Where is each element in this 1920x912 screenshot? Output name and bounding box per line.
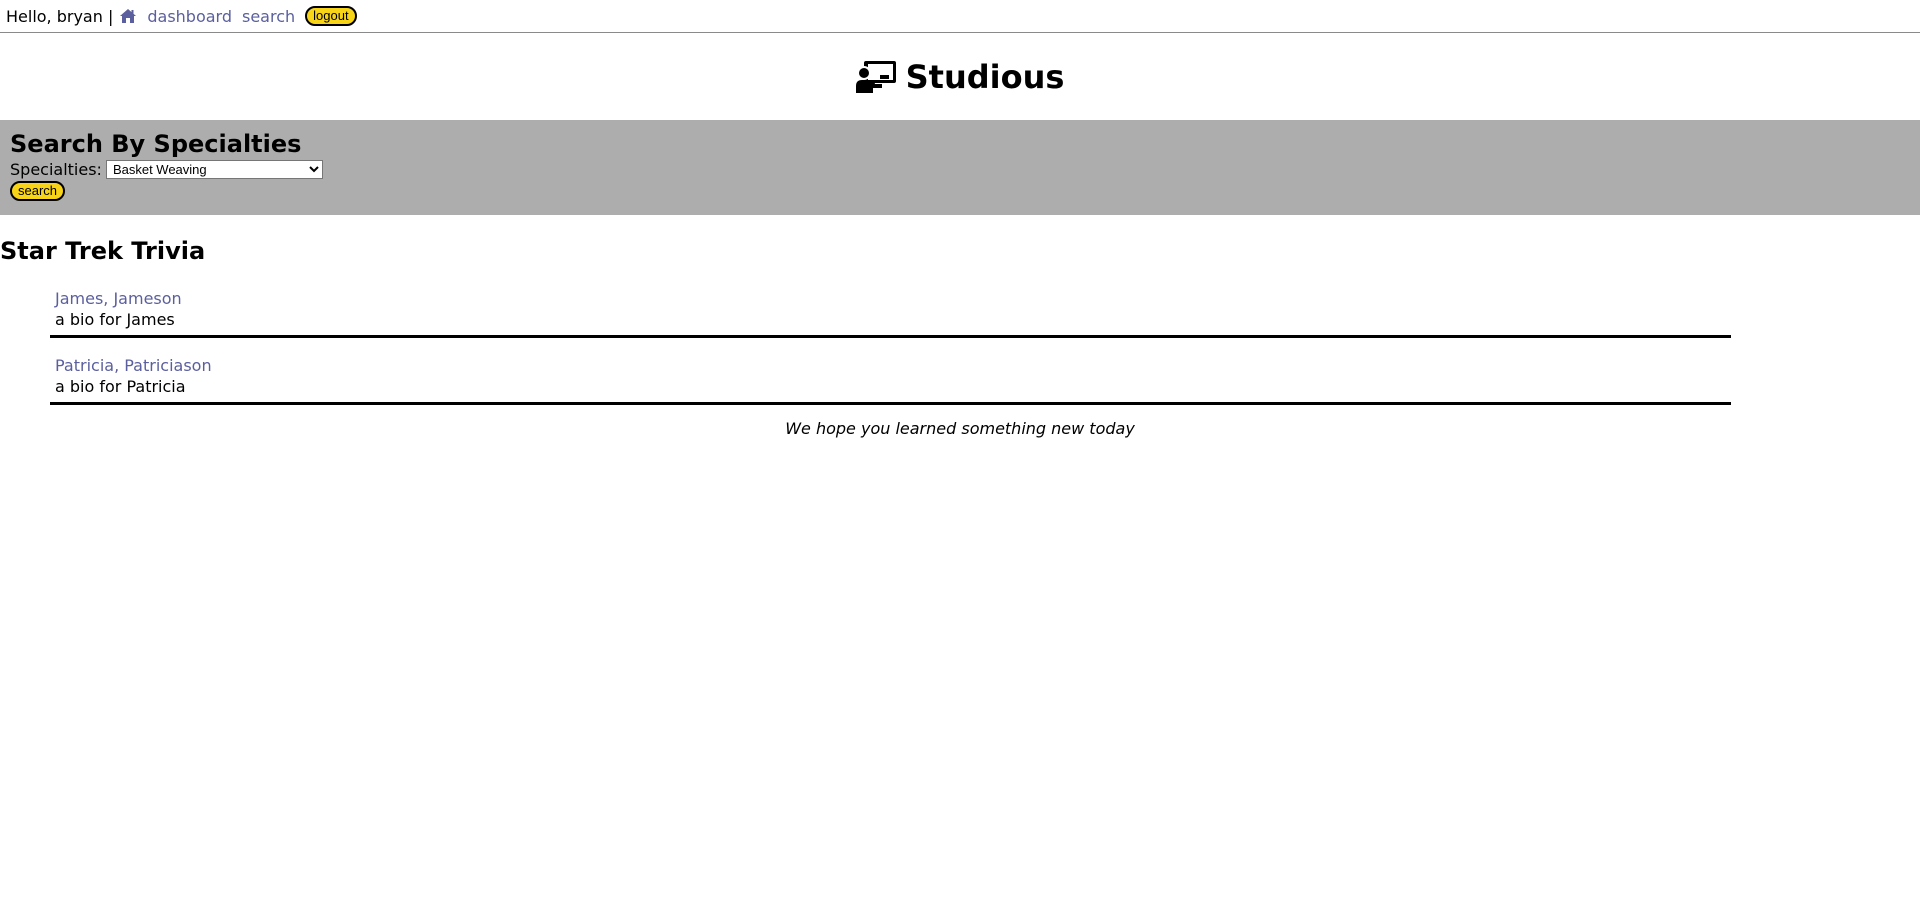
greeting-text: Hello, bryan | (6, 6, 114, 26)
specialties-select[interactable]: Basket Weaving (105, 159, 323, 179)
search-panel-heading: Search By Specialties (10, 130, 302, 158)
search-button[interactable]: search (10, 181, 66, 201)
specialties-row: Specialties: Basket Weaving (10, 159, 1910, 179)
results-list: James, Jameson a bio for James Patricia,… (50, 288, 1731, 405)
list-item: Patricia, Patriciason a bio for Patricia (50, 355, 1731, 405)
list-item: James, Jameson a bio for James (50, 288, 1731, 338)
tutor-name-link[interactable]: Patricia, Patriciason (55, 355, 1731, 376)
tutor-bio: a bio for James (55, 310, 175, 329)
search-panel: Search By Specialties Specialties: Baske… (0, 120, 1920, 215)
logout-button[interactable]: logout (305, 6, 357, 26)
home-link[interactable] (119, 8, 137, 24)
footer-note: We hope you learned something new today (785, 419, 1135, 438)
home-icon (120, 9, 137, 23)
specialties-label: Specialties: (10, 159, 102, 179)
nav-dashboard-link[interactable]: dashboard (147, 7, 232, 26)
brand-header: Studious (0, 33, 1920, 120)
nav-search-link[interactable]: search (242, 7, 295, 26)
top-nav-bar: Hello, bryan | dashboard search logout (0, 0, 1920, 33)
chalkboard-teacher-icon (855, 60, 896, 93)
tutor-name-link[interactable]: James, Jameson (55, 288, 1731, 309)
results-heading: Star Trek Trivia (0, 237, 206, 265)
site-title: Studious (905, 57, 1065, 96)
tutor-bio: a bio for Patricia (55, 377, 186, 396)
